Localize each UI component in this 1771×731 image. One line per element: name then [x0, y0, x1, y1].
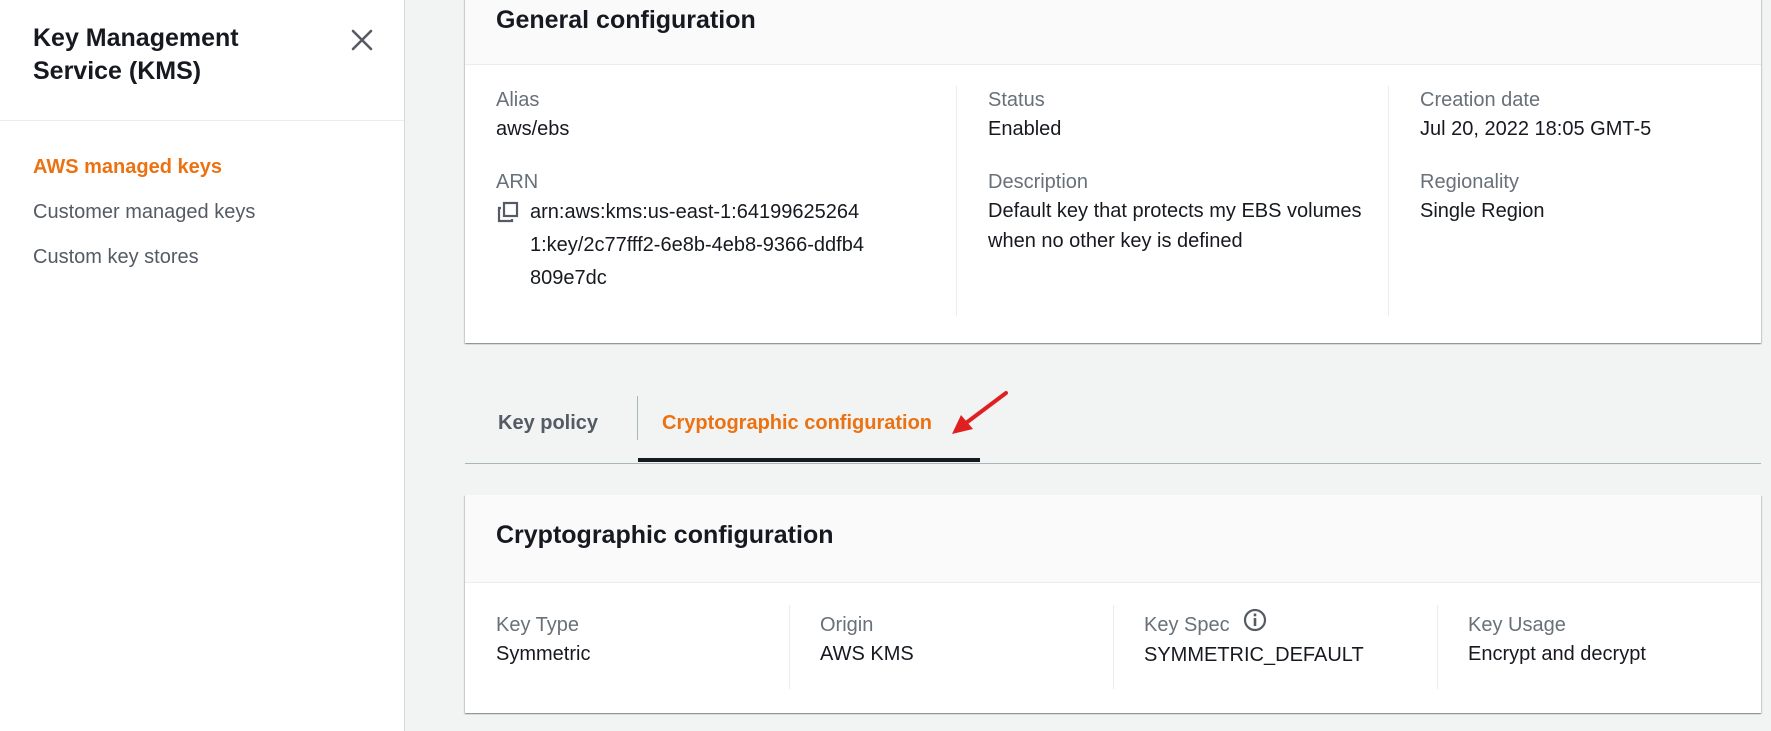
column-divider: [956, 86, 957, 316]
sidebar-item-custom-key-stores[interactable]: Custom key stores: [33, 242, 255, 287]
active-tab-indicator: [638, 458, 980, 462]
general-configuration-title: General configuration: [496, 6, 756, 34]
sidebar-title: Key Management Service (KMS): [33, 24, 239, 85]
origin-label: Origin: [820, 614, 874, 636]
regionality-value: Single Region: [1420, 200, 1545, 222]
key-spec-label: Key Spec: [1144, 614, 1230, 636]
status-value: Enabled: [988, 118, 1062, 140]
sidebar-header: Key Management Service (KMS): [0, 0, 404, 121]
key-type-value: Symmetric: [496, 643, 591, 665]
alias-label: Alias: [496, 89, 540, 111]
creation-date-value: Jul 20, 2022 18:05 GMT-5: [1420, 118, 1652, 140]
close-sidebar-button[interactable]: [344, 22, 380, 58]
close-icon: [351, 29, 373, 51]
copy-icon[interactable]: [496, 200, 522, 226]
crypto-col-key-type: Key Type Symmetric: [496, 611, 786, 669]
status-label: Status: [988, 89, 1045, 111]
key-usage-label: Key Usage: [1468, 614, 1566, 636]
key-type-label: Key Type: [496, 614, 580, 636]
main-content: General configuration Alias aws/ebs ARN …: [405, 0, 1771, 731]
general-col-2: Status Enabled Description Default key t…: [988, 86, 1388, 256]
crypto-col-key-spec: Key Spec SYMMETRIC_DEFAULT: [1144, 608, 1434, 670]
kms-console: Key Management Service (KMS) AWS managed…: [0, 0, 1771, 731]
arn-row: arn:aws:kms:us-east-1:641996252641:key/2…: [496, 196, 896, 295]
column-divider: [1388, 86, 1389, 316]
tab-separator: [637, 396, 638, 440]
description-value: Default key that protects my EBS volumes…: [988, 200, 1362, 252]
sidebar: Key Management Service (KMS) AWS managed…: [0, 0, 405, 731]
key-spec-value: SYMMETRIC_DEFAULT: [1144, 643, 1364, 666]
crypto-col-origin: Origin AWS KMS: [820, 611, 1110, 669]
sidebar-item-aws-managed-keys[interactable]: AWS managed keys: [33, 152, 255, 197]
info-icon[interactable]: [1243, 608, 1267, 640]
arn-label: ARN: [496, 171, 539, 193]
alias-value: aws/ebs: [496, 118, 570, 140]
column-divider: [789, 605, 790, 689]
cryptographic-configuration-title: Cryptographic configuration: [496, 521, 834, 549]
arn-value: arn:aws:kms:us-east-1:641996252641:key/2…: [530, 201, 864, 289]
crypto-col-key-usage: Key Usage Encrypt and decrypt: [1468, 611, 1758, 669]
tab-cryptographic-configuration[interactable]: Cryptographic configuration: [662, 382, 932, 464]
column-divider: [1113, 605, 1114, 689]
general-col-3: Creation date Jul 20, 2022 18:05 GMT-5 R…: [1420, 86, 1750, 226]
tab-key-policy[interactable]: Key policy: [498, 382, 598, 464]
key-detail-tabs: Key policy Cryptographic configuration: [465, 382, 1761, 464]
description-label: Description: [988, 171, 1089, 193]
regionality-label: Regionality: [1420, 171, 1519, 193]
cryptographic-configuration-header: Cryptographic configuration: [465, 495, 1761, 583]
general-configuration-card: General configuration Alias aws/ebs ARN …: [465, 0, 1761, 343]
column-divider: [1437, 605, 1438, 689]
origin-value: AWS KMS: [820, 643, 914, 665]
key-usage-value: Encrypt and decrypt: [1468, 643, 1646, 665]
key-spec-label-row: Key Spec: [1144, 608, 1434, 640]
creation-date-label: Creation date: [1420, 89, 1541, 111]
cryptographic-configuration-card: Cryptographic configuration Key Type Sym…: [465, 495, 1761, 713]
general-col-1: Alias aws/ebs ARN arn:aws:kms:us-east-1:…: [496, 86, 896, 295]
general-configuration-header: General configuration: [465, 0, 1761, 65]
sidebar-nav: AWS managed keys Customer managed keys C…: [33, 152, 255, 287]
sidebar-item-customer-managed-keys[interactable]: Customer managed keys: [33, 197, 255, 242]
